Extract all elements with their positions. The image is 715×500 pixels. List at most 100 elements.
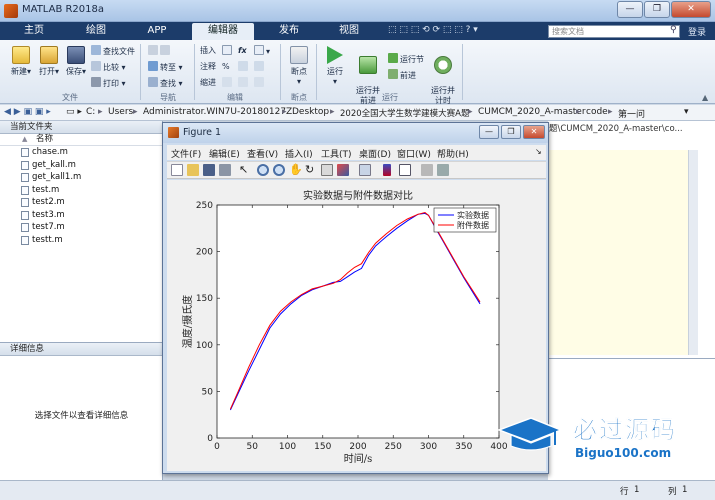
compare-button[interactable]: 比较 ▾ [91,61,126,73]
print-figure-icon[interactable] [219,164,231,176]
tab-home[interactable]: 主页 [8,23,60,40]
indent-button[interactable]: 缩进 [200,77,216,89]
figure-canvas[interactable]: 0 50 100 150 200 250 300 350 400 0 50 100 150 200 250 实… [167,180,546,471]
data-cursor-icon[interactable] [321,164,333,176]
hide-plot-tools-icon[interactable] [421,164,433,176]
menu-help[interactable]: 帮助(H) [437,147,469,160]
figure-minimize-button[interactable]: — [479,125,499,139]
find-button[interactable]: 查找 ▾ [148,77,183,89]
save-button[interactable]: 保存▾ [64,46,88,77]
advance-button[interactable]: 前进 [388,69,416,81]
wrap-comment-icon[interactable] [254,61,266,73]
colorbar-icon[interactable] [383,164,391,176]
file-item[interactable]: test.m [0,184,162,197]
decrease-indent-icon[interactable] [254,77,266,89]
menu-desktop[interactable]: 桌面(D) [359,147,391,160]
y-tick-label: 150 [196,294,213,304]
rotate-3d-icon[interactable]: ↻ [305,164,317,176]
file-item[interactable]: testt.m [0,234,162,247]
figure-title-bar[interactable]: Figure 1 — ❐ ✕ [163,123,548,143]
find-files-button[interactable]: 查找文件 [91,45,135,57]
search-documentation-input[interactable]: 搜索文档 [548,25,680,38]
file-item[interactable]: get_kall1.m [0,171,162,184]
insert-section-icon[interactable] [222,45,234,57]
breadcrumb-cumcm[interactable]: CUMCM_2020_A-master [478,107,586,117]
breadcrumb-drive[interactable]: C: [86,107,95,117]
comment-percent-icon[interactable]: % [222,61,230,73]
menu-tools[interactable]: 工具(T) [321,147,352,160]
link-plot-icon[interactable] [359,164,371,176]
login-link[interactable]: 登录 [688,25,706,38]
show-plot-tools-icon[interactable] [437,164,449,176]
breadcrumb-admin[interactable]: Administrator.WIN7U-20180127Z [143,107,292,117]
line-chart[interactable]: 0 50 100 150 200 250 300 350 400050100150200250实… [167,180,546,471]
quick-access-icons[interactable]: ⬚ ⬚ ⬚ ⟲ ⟳ ⬚ ⬚ ? ▾ [388,25,478,35]
open-file-icon[interactable] [187,164,199,176]
breadcrumb-desktop[interactable]: Desktop [292,107,329,117]
menu-insert[interactable]: 插入(I) [285,147,313,160]
name-column-header[interactable]: ▲ 名称 [0,134,162,146]
menu-file[interactable]: 文件(F) [171,147,201,160]
figure-window[interactable]: Figure 1 — ❐ ✕ 文件(F) 编辑(E) 查看(V) 插入(I) 工… [162,122,549,474]
tab-editor[interactable]: 编辑器 [192,23,254,40]
comment-button[interactable]: 注释 [200,61,216,73]
new-button[interactable]: 新建▾ [8,46,34,77]
y-tick-label: 250 [196,201,213,211]
editor-scrollbar[interactable] [688,150,698,355]
close-button[interactable]: ✕ [671,1,711,18]
uncomment-icon[interactable] [238,61,250,73]
file-item[interactable]: test7.m [0,221,162,234]
current-folder-address-bar[interactable]: ◀ ▶ ▣ ▣ ▸ ▭ ▸ C: ▸ Users ▸ Administrator… [0,105,715,121]
pan-icon[interactable]: ✋ [289,164,303,176]
plot-area [216,204,500,439]
edit-pointer-icon[interactable]: ↖ [239,164,251,176]
legend-icon[interactable] [399,164,411,176]
menu-dock-icon[interactable]: ↘ [535,147,542,156]
print-button[interactable]: 打印 ▾ [91,77,126,89]
find-icon [148,77,158,87]
tab-apps[interactable]: APP [130,23,184,40]
status-bar: 行 1 列 1 [0,480,715,500]
maximize-button[interactable]: ❐ [644,1,670,18]
run-button[interactable]: 运行 ▾ [322,46,348,86]
menu-view[interactable]: 查看(V) [247,147,278,160]
file-item[interactable]: get_kall.m [0,159,162,172]
breadcrumb-code[interactable]: code [586,107,608,117]
figure-close-button[interactable]: ✕ [523,125,545,139]
breadcrumb-contest-folder[interactable]: 2020全国大学生数学建模大赛A题 [340,107,469,119]
run-section-button[interactable]: 运行节 [388,53,424,65]
save-figure-icon[interactable] [203,164,215,176]
zoom-in-icon[interactable] [257,164,269,176]
open-button[interactable]: 打开▾ [36,46,62,77]
minimize-button[interactable]: — [617,1,643,18]
file-item[interactable]: test2.m [0,196,162,209]
address-dropdown-icon[interactable]: ▾ [684,107,689,117]
file-item[interactable]: chase.m [0,146,162,159]
breakpoints-button[interactable]: 断点 ▾ [286,46,312,86]
breadcrumb-first-question[interactable]: 第一问 [618,107,645,120]
breadcrumb-users[interactable]: Users [108,107,133,117]
new-figure-icon[interactable] [171,164,183,176]
collapse-ribbon-icon[interactable]: ▲ [702,92,708,104]
run-and-time-button[interactable]: 运行并 计时 [428,46,458,106]
menu-window[interactable]: 窗口(W) [397,147,431,160]
goto-button[interactable]: 转至 ▾ [148,61,183,73]
figure-maximize-button[interactable]: ❐ [501,125,521,139]
file-item[interactable]: test3.m [0,209,162,222]
tab-view[interactable]: 视图 [322,23,376,40]
tab-publish[interactable]: 发布 [262,23,316,40]
editor-code-area[interactable] [548,150,688,355]
search-icon[interactable]: ⚲ [670,25,677,35]
back-forward-buttons[interactable] [148,45,172,57]
legend-label: 附件数据 [457,220,489,230]
smart-indent-icon[interactable] [222,77,234,89]
nav-arrows-icon[interactable]: ◀ ▶ ▣ ▣ ▸ [4,107,51,117]
tab-plots[interactable]: 绘图 [66,23,126,40]
menu-edit[interactable]: 编辑(E) [209,147,240,160]
insert-button[interactable]: 插入 [200,45,216,57]
increase-indent-icon[interactable] [238,77,250,89]
zoom-out-icon[interactable] [273,164,285,176]
brush-icon[interactable] [337,164,349,176]
insert-special-icon[interactable]: ▾ [254,45,270,57]
insert-function-button[interactable]: fx [238,45,247,57]
